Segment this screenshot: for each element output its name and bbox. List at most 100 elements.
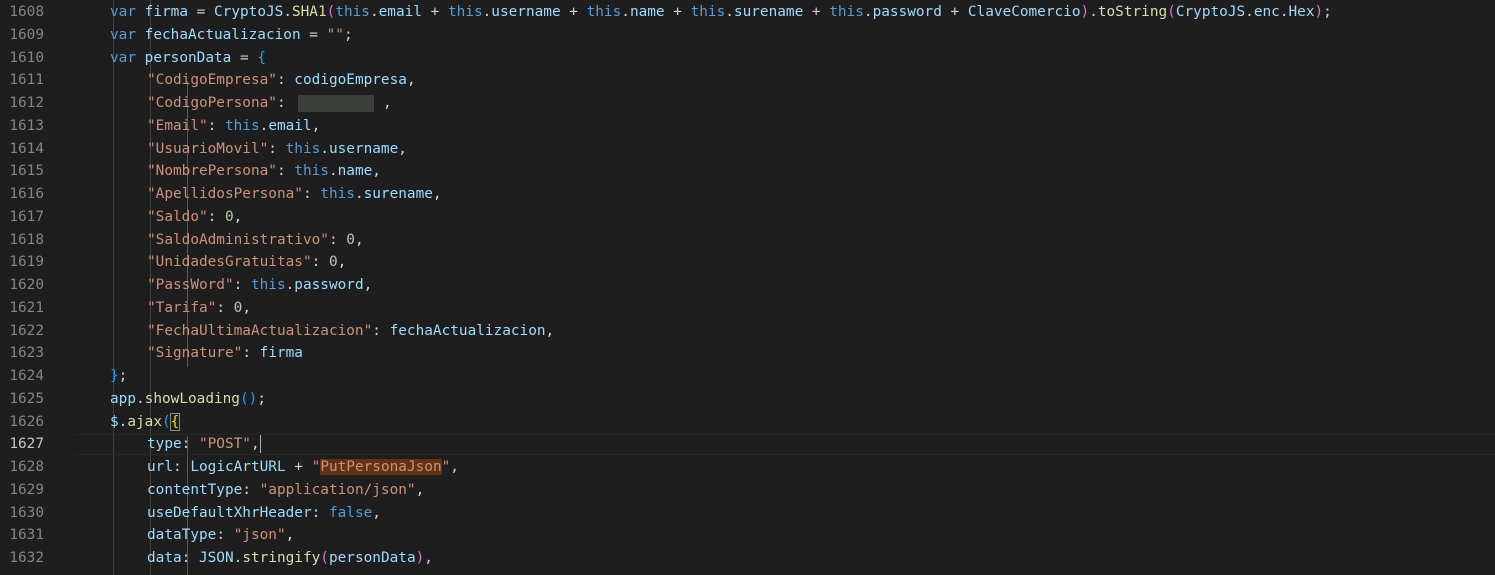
code-line[interactable]: 1610 var personData = { bbox=[0, 47, 1495, 70]
code-token: = bbox=[231, 49, 258, 66]
code-token: data bbox=[147, 550, 182, 566]
code-token: , bbox=[372, 163, 381, 180]
code-token: : bbox=[207, 117, 225, 134]
code-line[interactable]: 1621 "Tarifa": 0, bbox=[0, 297, 1495, 320]
code-token: : bbox=[181, 550, 199, 566]
code-token: contentType bbox=[147, 481, 243, 498]
code-token: firma bbox=[144, 4, 188, 20]
code-token: , bbox=[285, 527, 295, 544]
code-token: : bbox=[268, 140, 286, 157]
code-token: : bbox=[242, 481, 260, 498]
line-number: 1625 bbox=[9, 390, 44, 407]
code-editor[interactable]: 1608 var firma = CryptoJS.SHA1(this.email… bbox=[0, 0, 1495, 575]
code-line[interactable]: 1617 "Saldo": 0, bbox=[0, 206, 1495, 229]
code-token: . bbox=[233, 550, 243, 566]
code-token: + bbox=[421, 4, 448, 20]
code-text: useDefaultXhrHeader: false, bbox=[147, 502, 381, 525]
code-token: stringify bbox=[242, 550, 321, 566]
code-token: SHA1 bbox=[291, 4, 327, 20]
code-line[interactable]: 1629 contentType: "application/json", bbox=[0, 479, 1495, 502]
code-token: + bbox=[285, 459, 312, 475]
code-token: " bbox=[311, 459, 321, 475]
code-token: ( bbox=[320, 550, 329, 566]
code-token: "CodigoEmpresa" bbox=[147, 72, 277, 89]
code-line[interactable]: 1613 "Email": this.email, bbox=[0, 115, 1495, 138]
code-token: ) bbox=[1314, 4, 1324, 20]
code-line[interactable]: 1627 type: "POST", bbox=[0, 433, 1495, 456]
code-token: this bbox=[335, 4, 370, 20]
code-token: email bbox=[378, 4, 422, 20]
code-token: "json" bbox=[233, 527, 286, 544]
line-number: 1612 bbox=[9, 95, 44, 111]
code-token: . bbox=[259, 117, 269, 134]
code-token: CryptoJS bbox=[214, 4, 284, 20]
code-token: . bbox=[328, 163, 338, 180]
code-line[interactable]: 1618 "SaldoAdministrativo": 0, bbox=[0, 229, 1495, 252]
code-token: , bbox=[363, 277, 373, 293]
code-line[interactable]: 1611 "CodigoEmpresa": codigoEmpresa, bbox=[0, 69, 1495, 92]
code-line[interactable]: 1626 $.ajax({ bbox=[0, 411, 1495, 434]
code-token: . bbox=[1245, 4, 1254, 20]
code-token: "Tarifa" bbox=[147, 299, 217, 316]
code-token: ( bbox=[326, 4, 336, 20]
code-token: , bbox=[354, 231, 364, 248]
code-token: showLoading bbox=[144, 390, 240, 407]
code-token: , bbox=[311, 117, 321, 134]
code-text: "Email": this.email, bbox=[147, 115, 320, 138]
code-line[interactable]: 1632 data: JSON.stringify(personData), bbox=[0, 547, 1495, 570]
code-token: 0 bbox=[233, 299, 243, 316]
code-token: : bbox=[207, 208, 225, 225]
line-number: 1622 bbox=[9, 322, 44, 339]
code-token: ajax bbox=[127, 413, 162, 430]
code-line[interactable]: 1630 useDefaultXhrHeader: false, bbox=[0, 502, 1495, 525]
code-line[interactable]: 1608 var firma = CryptoJS.SHA1(this.email… bbox=[0, 1, 1495, 24]
code-token: false bbox=[328, 504, 373, 521]
code-token: password bbox=[872, 4, 942, 20]
code-token: "Saldo" bbox=[147, 208, 208, 225]
code-text: "UsuarioMovil": this.username, bbox=[147, 138, 407, 161]
code-line[interactable]: 1616 "ApellidosPersona": this.surename, bbox=[0, 183, 1495, 206]
line-number: 1629 bbox=[9, 481, 44, 498]
code-token: , bbox=[406, 72, 416, 89]
code-token: : bbox=[276, 72, 295, 89]
code-token: firma bbox=[259, 345, 303, 362]
line-number: 1613 bbox=[9, 117, 44, 134]
line-number: 1614 bbox=[9, 140, 44, 157]
code-line[interactable]: 1614 "UsuarioMovil": this.username, bbox=[0, 138, 1495, 161]
code-token: "FechaUltimaActualizacion" bbox=[147, 322, 373, 339]
code-line[interactable]: 1623 "Signature": firma bbox=[0, 342, 1495, 365]
code-line[interactable]: 1628 url: LogicArtURL + "PutPersonaJson", bbox=[0, 456, 1495, 479]
code-text: app.showLoading(); bbox=[110, 388, 266, 411]
code-line[interactable]: 1622 "FechaUltimaActualizacion": fechaAct… bbox=[0, 320, 1495, 343]
code-token: , bbox=[233, 208, 243, 225]
code-line[interactable]: 1619 "UnidadesGratuitas": 0, bbox=[0, 251, 1495, 274]
line-number: 1616 bbox=[9, 186, 44, 202]
code-line[interactable]: 1625 app.showLoading(); bbox=[0, 388, 1495, 411]
code-text: "SaldoAdministrativo": 0, bbox=[147, 229, 364, 252]
code-line[interactable]: 1615 "NombrePersona": this.name, bbox=[0, 160, 1495, 183]
code-line[interactable]: 1631 dataType: "json", bbox=[0, 524, 1495, 547]
code-line[interactable]: 1620 "PassWord": this.password, bbox=[0, 274, 1495, 297]
code-token: this bbox=[586, 4, 622, 20]
code-token: { bbox=[169, 412, 181, 431]
code-token: + bbox=[941, 4, 968, 20]
code-token: " bbox=[441, 459, 451, 475]
code-text: contentType: "application/json", bbox=[147, 479, 424, 502]
code-token: this bbox=[250, 277, 286, 293]
code-line[interactable]: 1612 "CodigoPersona": , bbox=[0, 92, 1495, 115]
code-token: username bbox=[491, 4, 561, 20]
code-text: url: LogicArtURL + "PutPersonaJson", bbox=[147, 456, 459, 479]
code-token: . bbox=[482, 4, 492, 20]
code-line[interactable]: 1624}; bbox=[0, 365, 1495, 388]
code-text: "NombrePersona": this.name, bbox=[147, 160, 381, 183]
line-number: 1620 bbox=[9, 277, 44, 293]
code-token: + bbox=[803, 4, 830, 20]
code-text: var personData = { bbox=[110, 47, 266, 70]
code-line[interactable]: 1609 var fechaActualizacion = ""; bbox=[0, 24, 1495, 47]
code-text: "PassWord": this.password, bbox=[147, 274, 372, 297]
code-token: name bbox=[629, 4, 665, 20]
code-token: "POST" bbox=[198, 436, 251, 453]
code-token: . bbox=[725, 4, 734, 20]
code-token: , bbox=[545, 322, 555, 339]
